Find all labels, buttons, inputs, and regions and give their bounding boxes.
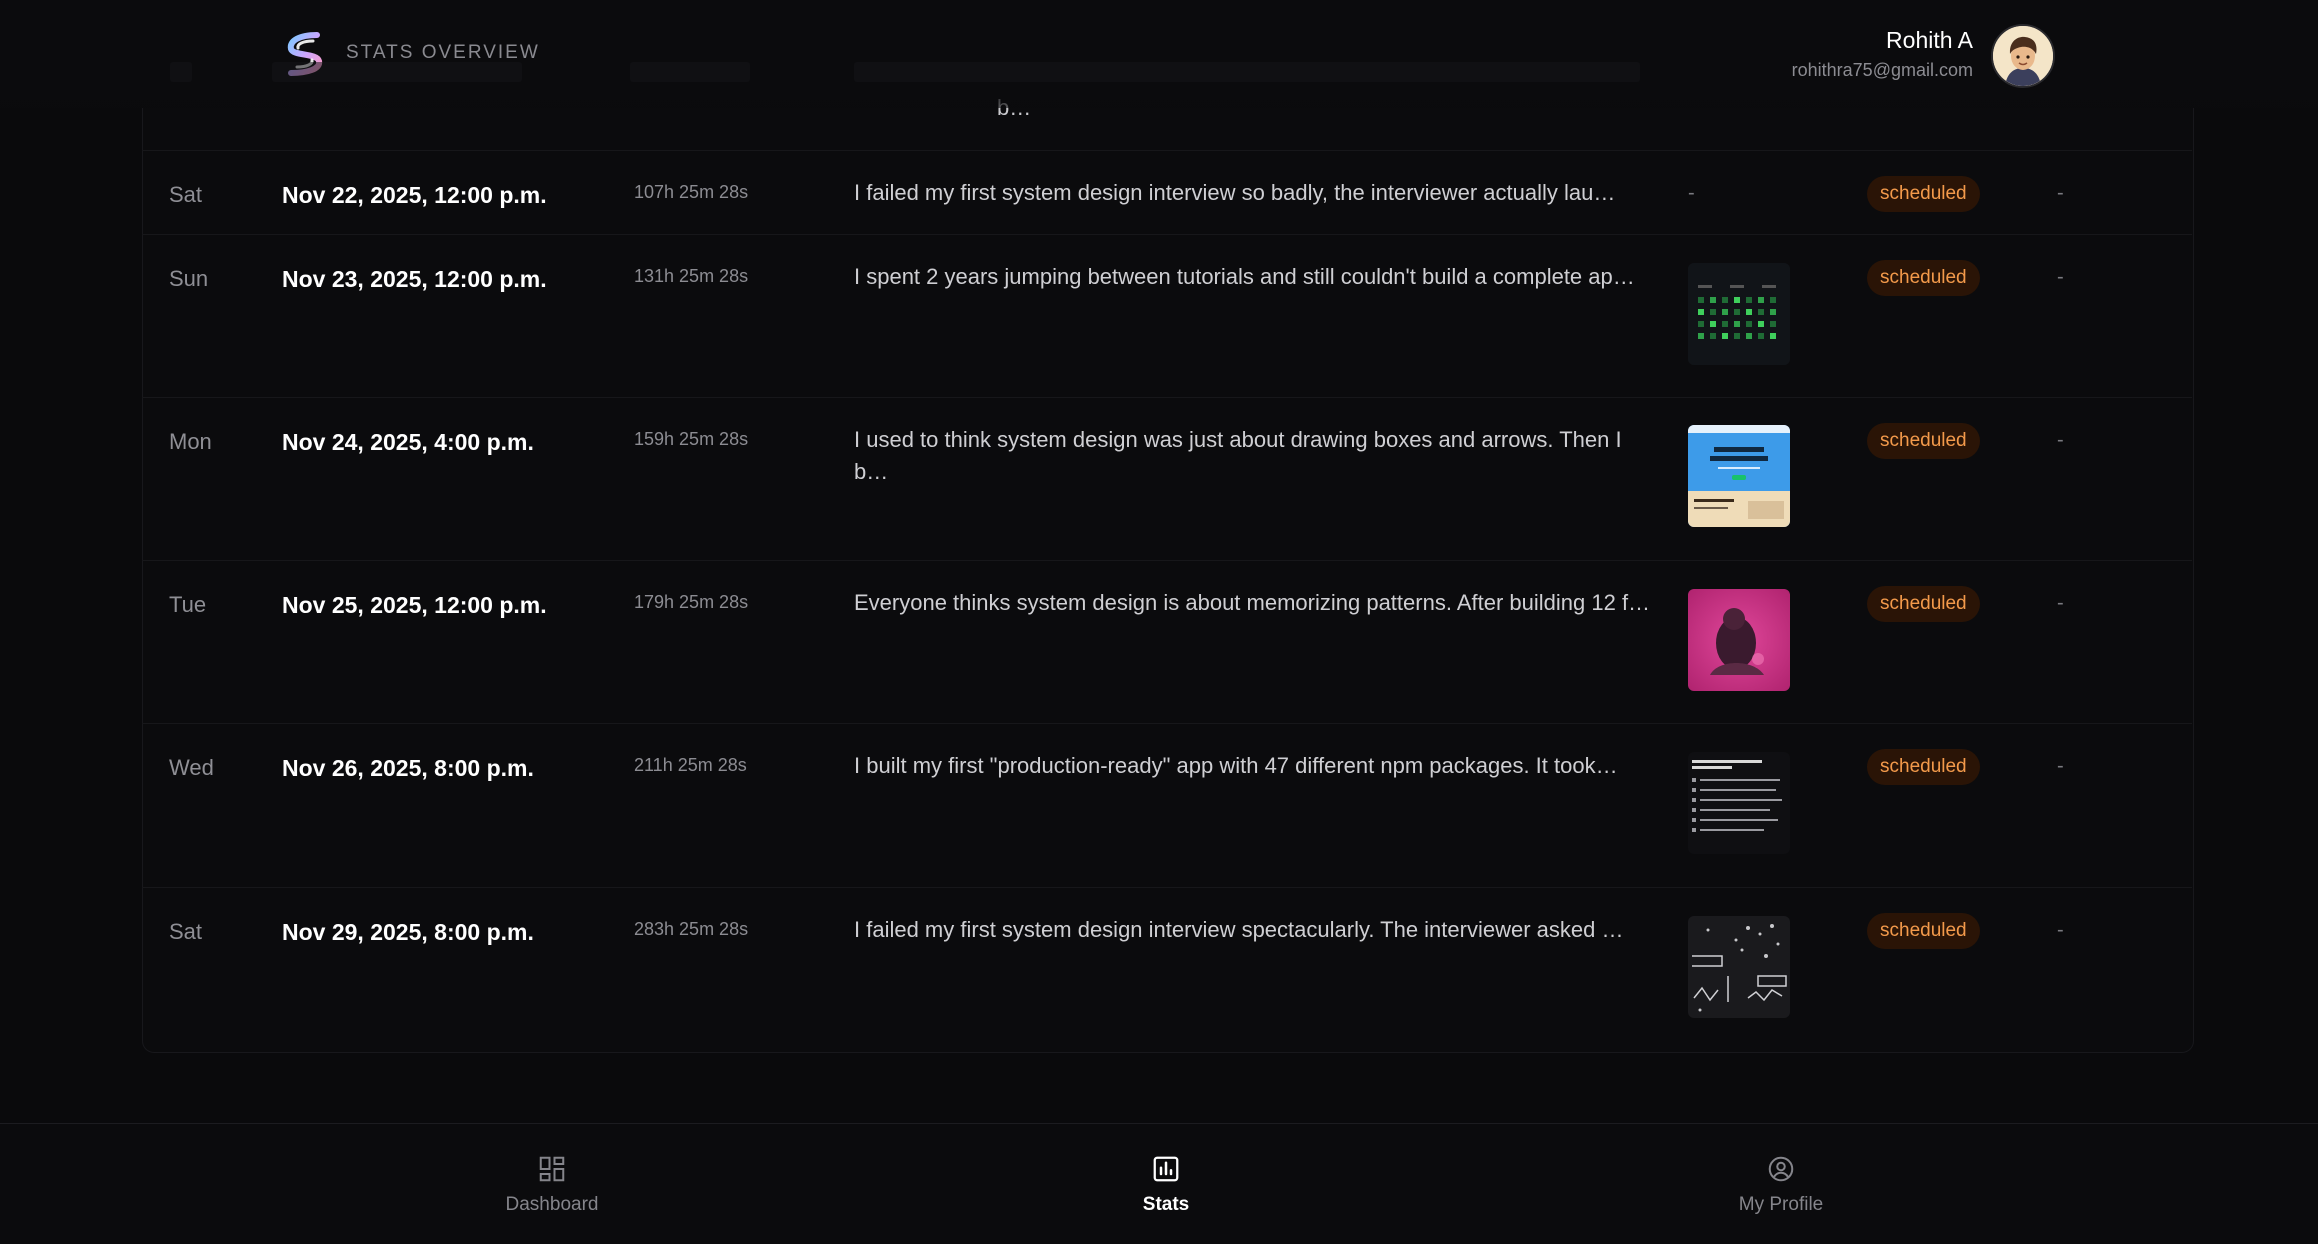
row-countdown: 179h 25m 28s: [634, 592, 749, 612]
row-content: I failed my first system design intervie…: [854, 917, 1624, 942]
user-name: Rohith A: [1886, 27, 1973, 53]
status-badge: scheduled: [1867, 423, 1980, 459]
row-extra: -: [2057, 592, 2064, 614]
status-badge: scheduled: [1867, 260, 1980, 296]
dashboard-icon: [539, 1156, 565, 1182]
row-date: Nov 22, 2025, 12:00 p.m.: [282, 182, 547, 208]
row-extra: -: [2057, 755, 2064, 777]
bottom-navigation: Dashboard Stats My Profile: [0, 1123, 2318, 1244]
table-row[interactable]: Sat Nov 29, 2025, 8:00 p.m. 283h 25m 28s…: [142, 887, 2192, 1053]
row-date: Nov 24, 2025, 4:00 p.m.: [282, 429, 534, 455]
row-countdown: 107h 25m 28s: [634, 182, 749, 202]
row-date: Nov 23, 2025, 12:00 p.m.: [282, 266, 547, 292]
media-thumbnail[interactable]: [1688, 263, 1790, 365]
media-thumbnail[interactable]: [1688, 916, 1790, 1018]
top-header: STATS OVERVIEW Rohith A rohithra75@gmail…: [0, 0, 2318, 108]
scrolled-header-ghost: [170, 62, 192, 82]
row-content: I spent 2 years jumping between tutorial…: [854, 264, 1635, 289]
media-thumbnail[interactable]: [1688, 589, 1790, 691]
nav-my-profile-label: My Profile: [1738, 1194, 1824, 1215]
row-content: I failed my first system design intervie…: [854, 180, 1616, 205]
user-info[interactable]: Rohith A rohithra75@gmail.com: [1792, 27, 1973, 81]
table-row[interactable]: Mon Nov 24, 2025, 4:00 p.m. 159h 25m 28s…: [142, 397, 2192, 561]
row-media-empty: -: [1688, 182, 1695, 204]
row-countdown: 159h 25m 28s: [634, 429, 749, 449]
table-row[interactable]: Tue Nov 25, 2025, 12:00 p.m. 179h 25m 28…: [142, 560, 2192, 724]
nav-stats-label: Stats: [1142, 1194, 1190, 1215]
row-extra: -: [2057, 919, 2064, 941]
row-date: Nov 29, 2025, 8:00 p.m.: [282, 919, 534, 945]
pink-photo-image-icon: [1688, 589, 1790, 691]
table-row[interactable]: Sat Nov 22, 2025, 12:00 p.m. 107h 25m 28…: [142, 150, 2192, 221]
table-row[interactable]: Wed Nov 26, 2025, 8:00 p.m. 211h 25m 28s…: [142, 723, 2192, 888]
nav-dashboard[interactable]: Dashboard: [452, 1154, 652, 1216]
row-day: Sat: [169, 182, 203, 207]
user-avatar-icon: [1993, 26, 2053, 86]
row-extra: -: [2057, 266, 2064, 288]
text-list-image-icon: [1688, 752, 1790, 854]
user-email: rohithra75@gmail.com: [1791, 60, 1973, 80]
row-countdown: 283h 25m 28s: [634, 919, 749, 939]
status-badge: scheduled: [1867, 586, 1980, 622]
status-badge: scheduled: [1867, 913, 1980, 949]
row-day: Sat: [169, 919, 203, 944]
row-countdown: 211h 25m 28s: [634, 755, 747, 775]
row-extra: -: [2057, 182, 2064, 204]
row-day: Mon: [169, 429, 212, 454]
nav-my-profile[interactable]: My Profile: [1681, 1154, 1881, 1216]
row-content: Everyone thinks system design is about m…: [854, 590, 1651, 615]
scrolled-header-ghost: [272, 62, 522, 82]
diagram-image-icon: [1688, 916, 1790, 1018]
row-extra: -: [2057, 429, 2064, 451]
row-countdown: 131h 25m 28s: [634, 266, 749, 286]
user-circle-icon: [1768, 1156, 1794, 1182]
table-row[interactable]: Sun Nov 23, 2025, 12:00 p.m. 131h 25m 28…: [142, 234, 2192, 397]
scrolled-header-ghost: [630, 62, 750, 82]
avatar[interactable]: [1991, 24, 2055, 88]
status-badge: scheduled: [1867, 176, 1980, 212]
bar-chart-icon: [1153, 1156, 1179, 1182]
page-title: STATS OVERVIEW: [346, 42, 540, 63]
row-day: Tue: [169, 592, 207, 617]
media-thumbnail[interactable]: [1688, 752, 1790, 854]
row-date: Nov 26, 2025, 8:00 p.m.: [282, 755, 534, 781]
row-date: Nov 25, 2025, 12:00 p.m.: [282, 592, 547, 618]
row-day: Wed: [169, 755, 214, 780]
nav-stats[interactable]: Stats: [1066, 1154, 1266, 1216]
scrolled-header-ghost: [854, 62, 1640, 82]
contribution-graph-icon: [1688, 263, 1790, 365]
media-thumbnail[interactable]: [1688, 425, 1790, 527]
status-badge: scheduled: [1867, 749, 1980, 785]
row-day: Sun: [169, 266, 209, 291]
row-content: I built my first "production-ready" app …: [854, 753, 1618, 778]
website-promo-image-icon: [1688, 425, 1790, 527]
row-content: I used to think system design was just a…: [854, 427, 1622, 484]
nav-dashboard-label: Dashboard: [505, 1194, 599, 1215]
